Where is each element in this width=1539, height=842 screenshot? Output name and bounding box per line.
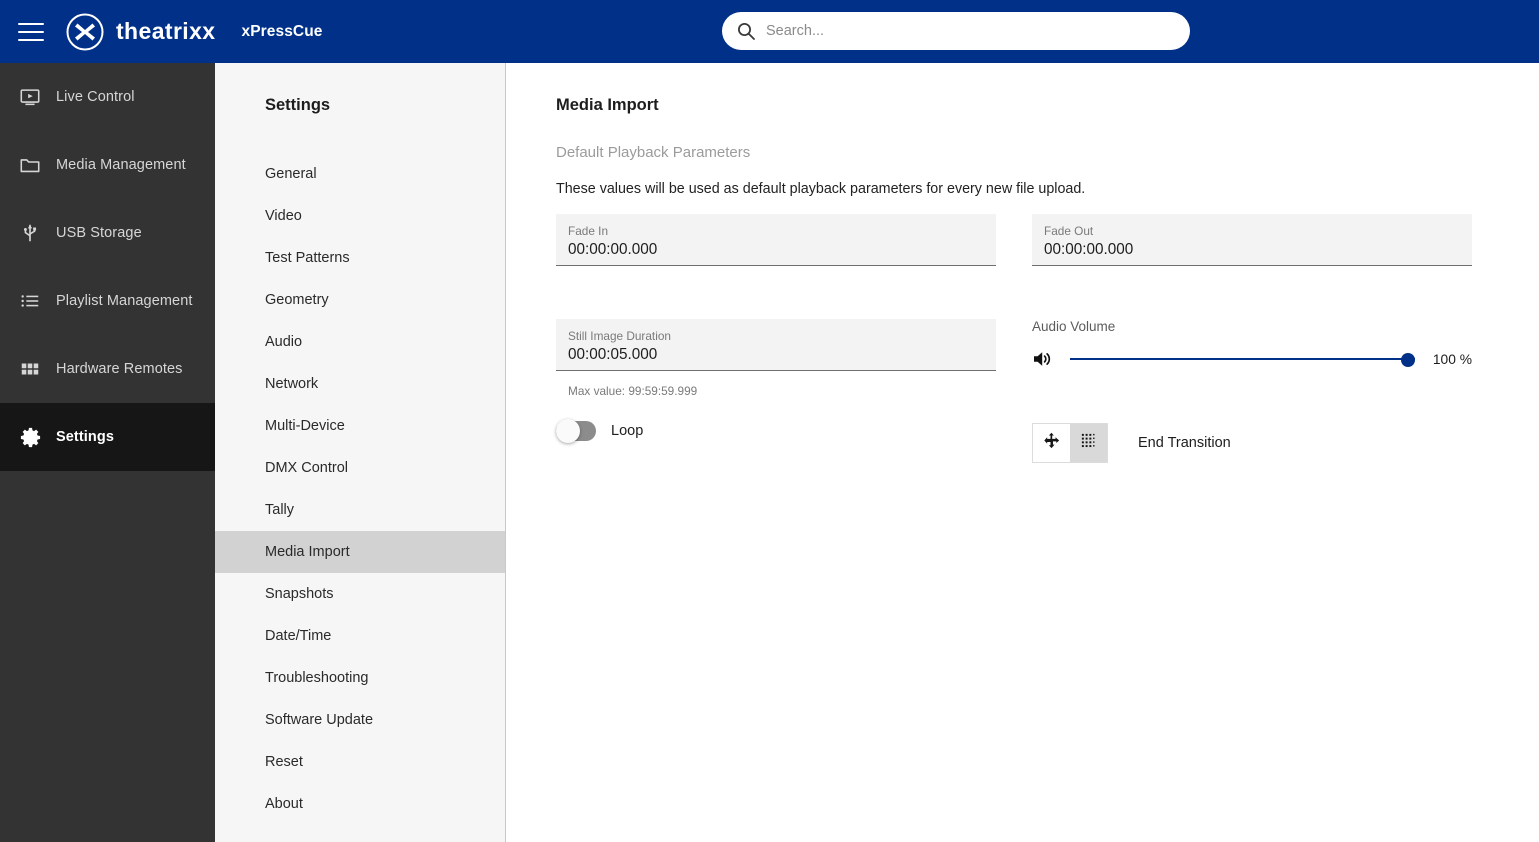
list-icon xyxy=(18,289,42,313)
loop-toggle-knob xyxy=(556,419,580,443)
settings-item-software-update[interactable]: Software Update xyxy=(215,699,505,741)
still-image-duration-hint: Max value: 99:59:59.999 xyxy=(568,384,698,398)
settings-item-label: Test Patterns xyxy=(265,250,350,266)
sidebar-item-label: Hardware Remotes xyxy=(56,361,183,377)
search-input[interactable] xyxy=(766,23,1176,39)
speaker-volume-icon[interactable] xyxy=(1032,348,1054,370)
loop-row: Loop xyxy=(556,419,644,443)
fade-out-input[interactable] xyxy=(1044,241,1460,259)
settings-item-label: Reset xyxy=(265,754,303,770)
settings-item-label: Snapshots xyxy=(265,586,334,602)
sidebar-item-label: Playlist Management xyxy=(56,293,193,309)
monitor-play-icon xyxy=(18,85,42,109)
settings-item-label: Multi-Device xyxy=(265,418,345,434)
settings-item-snapshots[interactable]: Snapshots xyxy=(215,573,505,615)
settings-item-label: Software Update xyxy=(265,712,374,728)
settings-item-media-import[interactable]: Media Import xyxy=(215,531,505,573)
settings-item-network[interactable]: Network xyxy=(215,363,505,405)
settings-item-date-time[interactable]: Date/Time xyxy=(215,615,505,657)
sidebar-item-usb-storage[interactable]: USB Storage xyxy=(0,199,215,267)
section-subtitle: Default Playback Parameters xyxy=(556,144,751,161)
sidebar-item-label: USB Storage xyxy=(56,225,142,241)
fade-out-label: Fade Out xyxy=(1044,224,1094,238)
end-transition-row: End Transition xyxy=(1032,423,1231,463)
sidebar-item-label: Settings xyxy=(56,429,114,445)
loop-label: Loop xyxy=(611,423,644,439)
settings-item-label: Media Import xyxy=(265,544,350,560)
settings-item-label: DMX Control xyxy=(265,460,348,476)
end-transition-grid-button[interactable] xyxy=(1070,424,1107,462)
section-description: These values will be used as default pla… xyxy=(556,181,1086,197)
settings-item-general[interactable]: General xyxy=(215,153,505,195)
audio-volume-label: Audio Volume xyxy=(1032,319,1116,334)
settings-item-test-patterns[interactable]: Test Patterns xyxy=(215,237,505,279)
grid-blocks-icon xyxy=(18,357,42,381)
hamburger-icon[interactable] xyxy=(18,22,44,41)
top-bar: theatrixx xPressCue xyxy=(0,0,1539,63)
loop-toggle[interactable] xyxy=(556,419,596,443)
settings-item-label: Tally xyxy=(265,502,295,518)
search-icon xyxy=(736,21,756,41)
brand-logo[interactable]: theatrixx xyxy=(64,11,215,53)
fade-in-label: Fade In xyxy=(568,224,609,238)
fade-in-field[interactable]: Fade In xyxy=(556,214,996,266)
settings-item-about[interactable]: About xyxy=(215,783,505,825)
audio-volume-track xyxy=(1070,358,1415,360)
theatrixx-logo-icon xyxy=(64,11,106,53)
sidebar-item-label: Media Management xyxy=(56,157,186,173)
settings-item-label: Troubleshooting xyxy=(265,670,369,686)
audio-volume-slider[interactable] xyxy=(1070,350,1415,368)
settings-item-label: Date/Time xyxy=(265,628,332,644)
settings-item-tally[interactable]: Tally xyxy=(215,489,505,531)
settings-item-label: Geometry xyxy=(265,292,329,308)
settings-item-reset[interactable]: Reset xyxy=(215,741,505,783)
still-image-duration-input[interactable] xyxy=(568,346,984,364)
settings-item-dmx-control[interactable]: DMX Control xyxy=(215,447,505,489)
sidebar-item-hardware-remotes[interactable]: Hardware Remotes xyxy=(0,335,215,403)
left-navigation: Live Control Media Management USB Storag… xyxy=(0,63,215,842)
settings-menu: General Video Test Patterns Geometry Aud… xyxy=(215,153,505,825)
end-transition-label: End Transition xyxy=(1138,435,1231,451)
end-transition-options xyxy=(1032,423,1108,463)
settings-item-audio[interactable]: Audio xyxy=(215,321,505,363)
move-arrows-icon xyxy=(1043,432,1060,454)
main-content: Media Import Default Playback Parameters… xyxy=(506,63,1539,842)
brand-name: theatrixx xyxy=(116,18,216,44)
gear-icon xyxy=(18,425,42,449)
settings-pane: Settings General Video Test Patterns Geo… xyxy=(215,63,506,842)
page-title: Media Import xyxy=(556,96,659,114)
settings-item-label: General xyxy=(265,166,317,182)
usb-icon xyxy=(18,221,42,245)
sidebar-item-media-management[interactable]: Media Management xyxy=(0,131,215,199)
settings-item-multi-device[interactable]: Multi-Device xyxy=(215,405,505,447)
sidebar-item-label: Live Control xyxy=(56,89,135,105)
dotted-grid-icon xyxy=(1081,433,1097,454)
still-image-duration-field[interactable]: Still Image Duration xyxy=(556,319,996,371)
sidebar-item-live-control[interactable]: Live Control xyxy=(0,63,215,131)
audio-volume-thumb[interactable] xyxy=(1400,353,1415,367)
settings-item-video[interactable]: Video xyxy=(215,195,505,237)
folder-icon xyxy=(18,153,42,177)
sidebar-item-playlist-management[interactable]: Playlist Management xyxy=(0,267,215,335)
audio-volume-value: 100 % xyxy=(1432,351,1472,367)
app-name: xPressCue xyxy=(241,22,323,40)
settings-item-label: Video xyxy=(265,208,302,224)
fade-in-input[interactable] xyxy=(568,241,984,259)
settings-item-label: Audio xyxy=(265,334,303,350)
settings-item-label: About xyxy=(265,796,303,812)
sidebar-item-settings[interactable]: Settings xyxy=(0,403,215,471)
search-bar[interactable] xyxy=(722,12,1190,50)
settings-item-troubleshooting[interactable]: Troubleshooting xyxy=(215,657,505,699)
settings-pane-title: Settings xyxy=(265,96,331,114)
fade-out-field[interactable]: Fade Out xyxy=(1032,214,1472,266)
end-transition-move-button[interactable] xyxy=(1033,424,1070,462)
still-image-duration-label: Still Image Duration xyxy=(568,329,671,343)
settings-item-label: Network xyxy=(265,376,319,392)
audio-volume-row: 100 % xyxy=(1032,348,1472,370)
settings-item-geometry[interactable]: Geometry xyxy=(215,279,505,321)
